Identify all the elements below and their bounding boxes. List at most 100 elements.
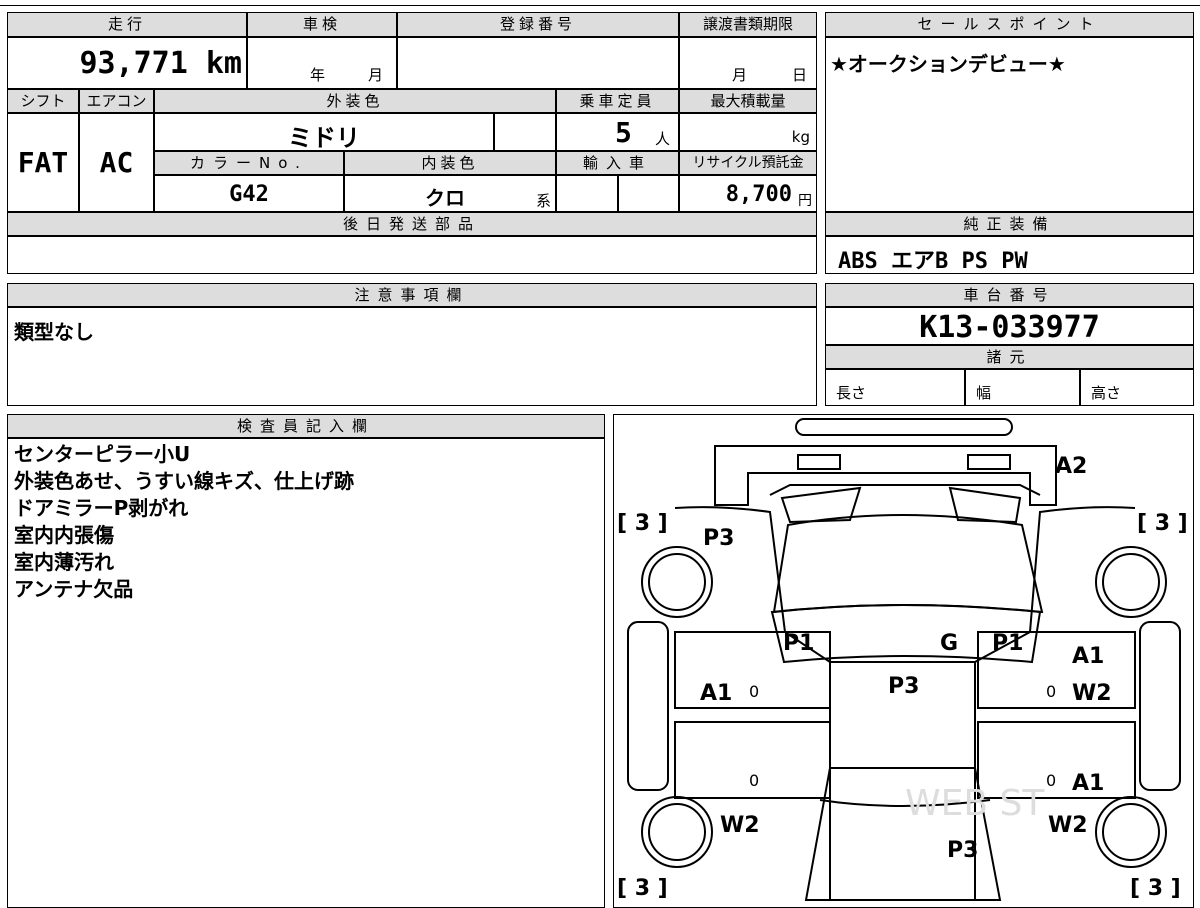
registration-label: 登録番号: [397, 12, 679, 37]
length-cell: 長さ: [825, 369, 965, 406]
hood-shape: [772, 514, 1044, 614]
interior-color-suffix: 系: [535, 192, 551, 210]
wheel-rl-inner: [648, 803, 706, 861]
shift-label: シフト: [7, 89, 79, 113]
trunk-damage: P3: [947, 838, 978, 863]
inspector-label: 検査員記入欄: [7, 414, 605, 438]
inspection-cell: 年 月: [247, 37, 397, 89]
sales-point-label: セールスポイント: [825, 12, 1194, 37]
wheel-fl-inner: [648, 553, 706, 611]
inspection-label: 車検: [247, 12, 397, 37]
wheel-rr-inner: [1102, 803, 1160, 861]
transfer-day-unit: 日: [792, 66, 808, 84]
wheel-rl-outer: [641, 796, 713, 868]
exterior-color-extra: [494, 113, 556, 151]
door-zero-marker: 0: [749, 771, 759, 790]
mileage-cell: 93,771 km: [7, 37, 247, 89]
capacity-value: 5: [615, 116, 632, 149]
width-cell: 幅: [965, 369, 1080, 406]
transfer-deadline-label: 譲渡書類期限: [679, 12, 817, 37]
inspector-line: センターピラー小U: [14, 442, 191, 466]
sales-point-text: ★オークションデビュー★: [830, 52, 1066, 76]
ac-label: エアコン: [79, 89, 154, 113]
exterior-color-label: 外装色: [154, 89, 556, 113]
exterior-color-value: ミドリ: [288, 124, 360, 152]
inspector-line: 外装色あせ、うすい線キズ、仕上げ跡: [14, 469, 354, 493]
inspector-line: 室内内張傷: [14, 523, 114, 547]
inspector-line: 室内薄汚れ: [14, 550, 114, 574]
shift-cell: FAT: [7, 113, 79, 212]
interior-color-cell: クロ 系: [344, 175, 556, 212]
watermark: WEB ST: [905, 783, 1045, 824]
chassis-label: 車台番号: [825, 283, 1194, 307]
rear-fender-right-damage: W2: [1048, 813, 1088, 838]
inspector-line: アンテナ欠品: [14, 577, 134, 601]
rear-fender-left-damage: W2: [720, 813, 760, 838]
recycle-value: 8,700: [725, 182, 792, 207]
equipment-text: ABS エアB PS PW: [838, 249, 1028, 274]
color-no-cell: G42: [154, 175, 344, 212]
max-load-cell: kg: [679, 113, 817, 151]
mileage-label: 走行: [7, 12, 247, 37]
wheel-rr-outer: [1095, 796, 1167, 868]
capacity-unit: 人: [655, 130, 671, 148]
equipment-label: 純正装備: [825, 212, 1194, 236]
mileage-value: 93,771 km: [79, 46, 242, 81]
inspector-line: ドアミラーP剥がれ: [14, 496, 189, 520]
wheel-fr-outer: [1095, 546, 1167, 618]
later-parts-cell: [7, 236, 817, 274]
inspector-cell: センターピラー小U 外装色あせ、うすい線キズ、仕上げ跡 ドアミラーP剥がれ 室内…: [7, 438, 605, 908]
shift-value: FAT: [17, 146, 69, 179]
interior-color-label: 内装色: [344, 151, 556, 175]
left-step-shape: [627, 621, 669, 791]
rear-door-right-damage: A1: [1072, 771, 1104, 796]
import-cell-2: [618, 175, 679, 212]
ac-cell: AC: [79, 113, 154, 212]
transfer-deadline-cell: 月 日: [679, 37, 817, 89]
wheel-fl-outer: [641, 546, 713, 618]
color-no-label: カラーNo.: [154, 151, 344, 175]
recycle-label: リサイクル預託金: [679, 151, 817, 175]
right-step-shape: [1139, 621, 1181, 791]
headlight-right-shape: [967, 454, 1011, 470]
door-zero-marker: 0: [1046, 682, 1056, 701]
chassis-value: K13-033977: [919, 310, 1100, 345]
exterior-color-cell: ミドリ: [154, 113, 494, 152]
height-cell: 高さ: [1080, 369, 1194, 406]
tire-rr-label: [ 3 ]: [1130, 876, 1181, 901]
door-zero-marker: 0: [1046, 771, 1056, 790]
tire-fr-label: [ 3 ]: [1137, 511, 1188, 536]
notes-cell: 類型なし: [7, 307, 817, 406]
front-door-right-damage-1: A1: [1072, 644, 1104, 669]
tire-rl-label: [ 3 ]: [617, 876, 668, 901]
front-bumper-damage: A2: [1055, 454, 1087, 479]
length-label: 長さ: [836, 384, 867, 402]
import-label: 輸入車: [556, 151, 679, 175]
car-diagram: WEB ST [ 3 ] [ 3 ] [ 3 ] [ 3 ] A2 P3 P1 …: [617, 418, 1188, 901]
roof-damage: P3: [888, 674, 919, 699]
recycle-unit: 円: [798, 193, 812, 209]
height-label: 高さ: [1091, 384, 1122, 402]
car-diagram-panel: WEB ST [ 3 ] [ 3 ] [ 3 ] [ 3 ] A2 P3 P1 …: [613, 414, 1194, 908]
top-strip: [0, 0, 1200, 6]
hood-left-damage: P3: [703, 526, 734, 551]
transfer-month-unit: 月: [732, 66, 748, 84]
interior-color-value: クロ: [425, 186, 465, 210]
front-grille-shape: [795, 418, 1013, 436]
notes-label: 注意事項欄: [7, 283, 817, 307]
front-door-right-damage-2: W2: [1072, 681, 1112, 706]
notes-text: 類型なし: [14, 320, 94, 344]
color-no-value: G42: [229, 182, 269, 207]
headlight-left-shape: [797, 454, 841, 470]
import-cell-1: [556, 175, 618, 212]
inspection-year-unit: 年: [310, 66, 326, 84]
door-zero-marker: 0: [749, 682, 759, 701]
capacity-label: 乗車定員: [556, 89, 679, 113]
pillar-left-damage: P1: [783, 631, 814, 656]
max-load-unit: kg: [791, 128, 810, 146]
width-label: 幅: [976, 384, 992, 402]
later-parts-label: 後日発送部品: [7, 212, 817, 236]
ac-value: AC: [99, 146, 134, 179]
recycle-cell: 8,700 円: [679, 175, 817, 212]
sales-point-cell: ★オークションデビュー★: [825, 37, 1194, 212]
